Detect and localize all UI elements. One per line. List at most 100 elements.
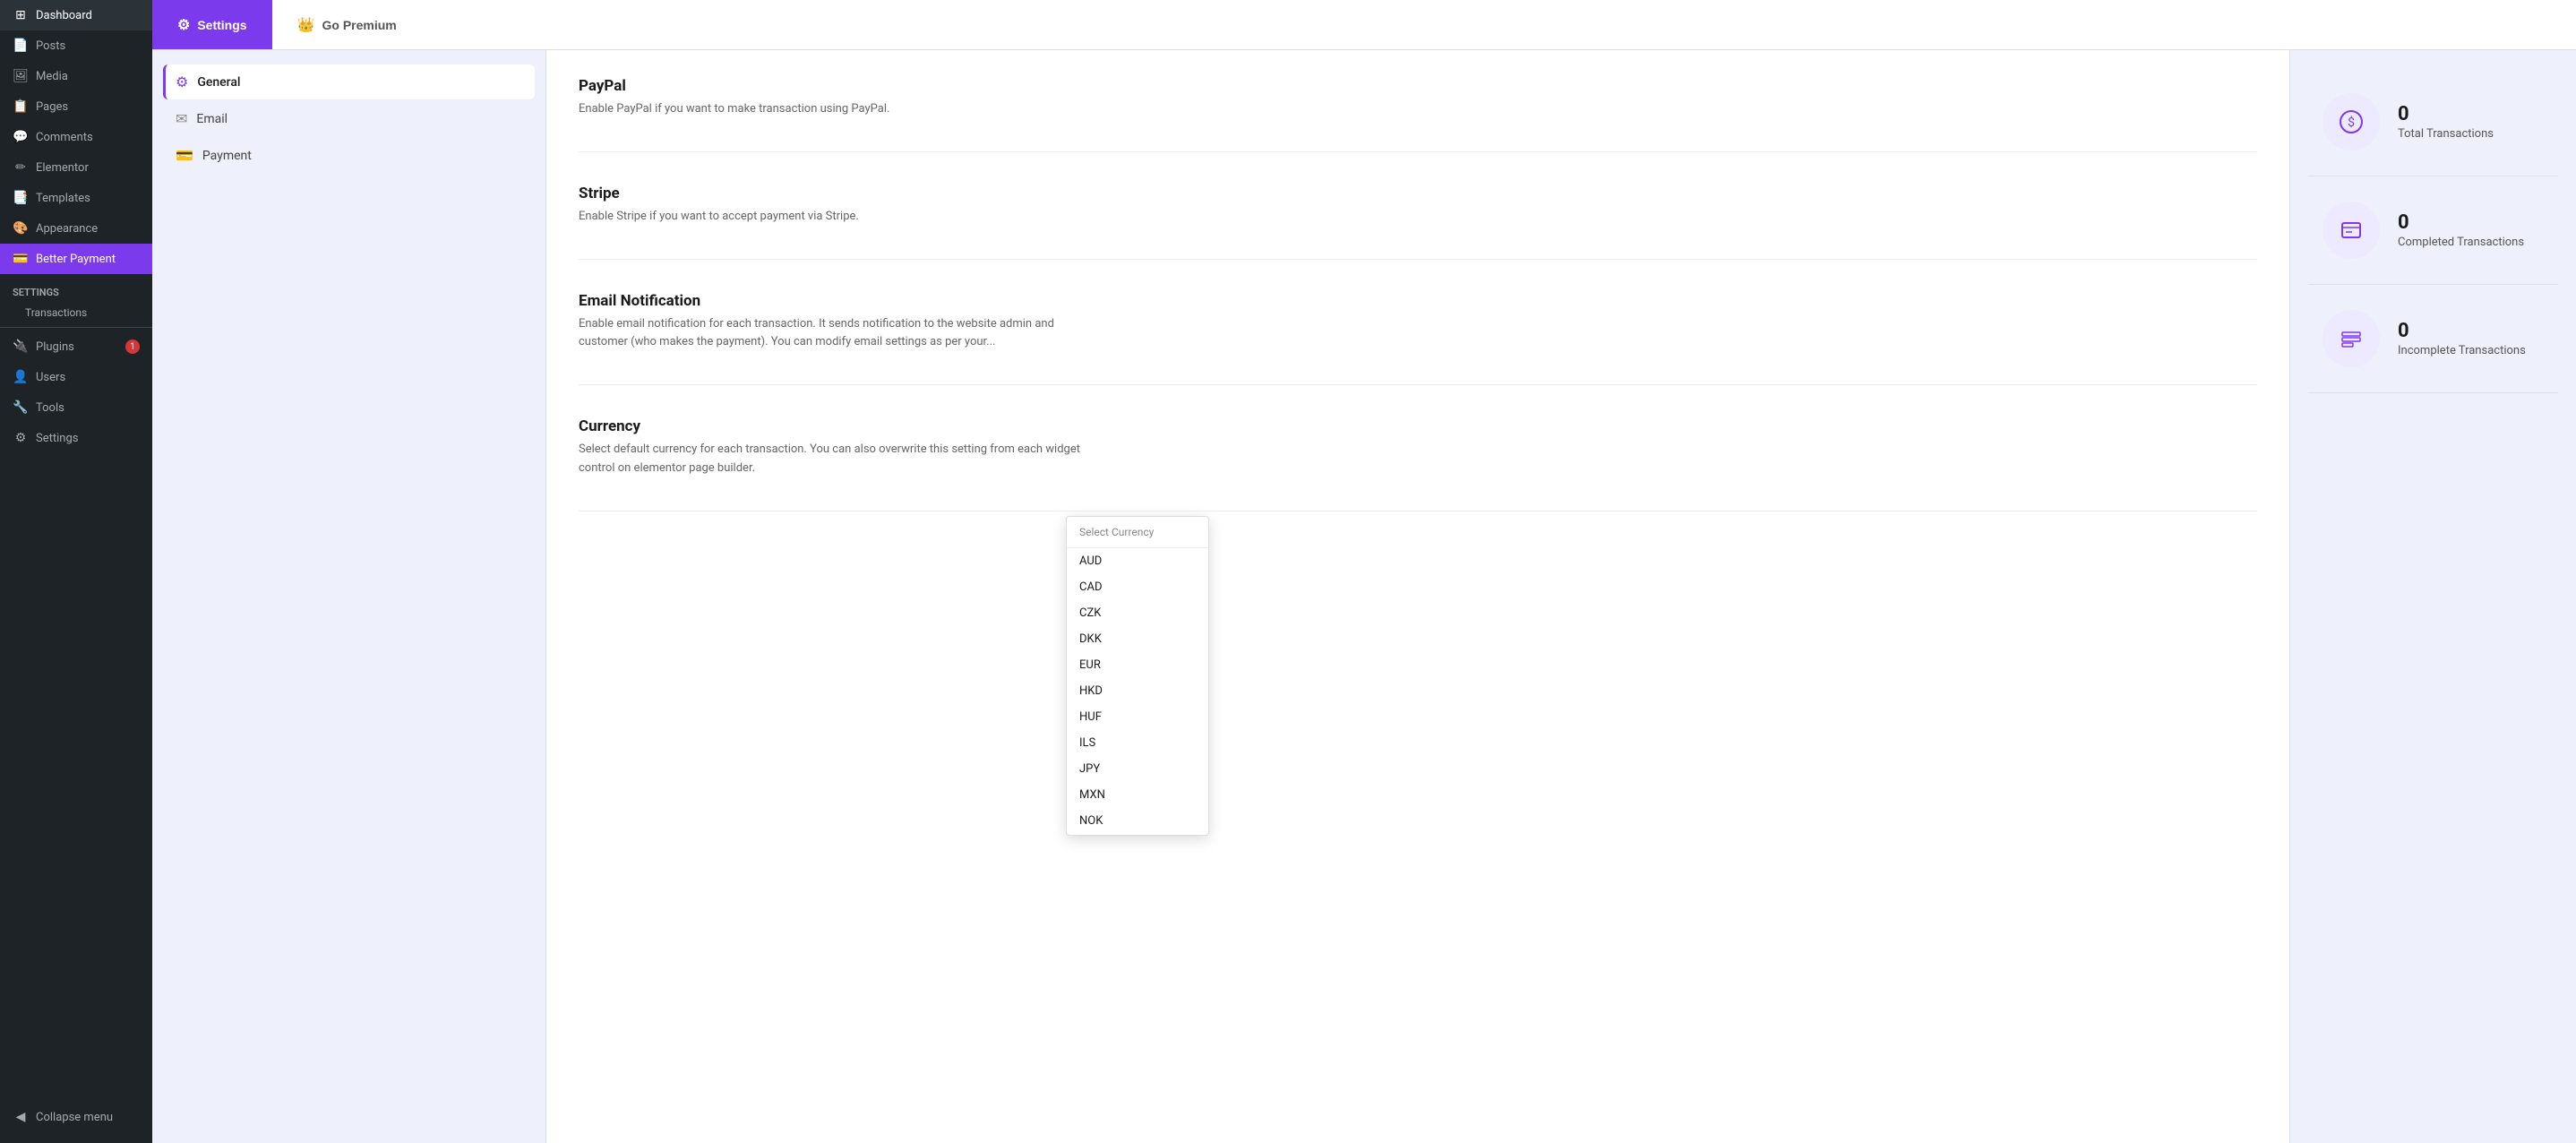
sidebar-collapse-menu[interactable]: ◀ Collapse menu [13,1104,140,1130]
content-area: ⚙ General ✉ Email 💳 Payment PayPal Enabl… [152,50,2576,1143]
completed-transactions-label: Completed Transactions [2398,236,2524,249]
tab-premium-label: Go Premium [322,18,397,32]
email-notification-desc: Enable email notification for each trans… [579,315,1098,353]
sidebar-item-settings[interactable]: ⚙ Settings [0,423,152,453]
section-paypal: PayPal Enable PayPal if you want to make… [579,77,2257,152]
sidebar-item-label: Templates [36,192,90,205]
dashboard-icon: ⊞ [13,7,29,23]
currency-option-aud[interactable]: AUD [1067,548,1208,574]
sidebar-item-better-payment[interactable]: 💳 Better Payment [0,244,152,274]
sub-nav-payment-label: Payment [202,149,252,163]
sidebar: ⊞ Dashboard 📄 Posts 🖼 Media 📋 Pages 💬 Co… [0,0,152,1143]
tools-icon: 🔧 [13,400,29,416]
sidebar-item-media[interactable]: 🖼 Media [0,61,152,91]
posts-icon: 📄 [13,38,29,54]
left-panel: ⚙ General ✉ Email 💳 Payment [152,50,546,1143]
better-payment-icon: 💳 [13,251,29,267]
currency-option-hkd[interactable]: HKD [1067,678,1208,704]
currency-option-czk[interactable]: CZK [1067,600,1208,626]
sidebar-item-label: Settings [36,432,78,445]
stat-total-transactions: $ 0 Total Transactions [2308,68,2558,176]
section-email-notification: Email Notification Enable email notifica… [579,292,2257,386]
currency-option-nok[interactable]: NOK [1067,808,1208,834]
currency-option-ils[interactable]: ILS [1067,730,1208,756]
tab-settings[interactable]: ⚙ Settings [152,0,272,49]
templates-icon: 📑 [13,190,29,206]
sidebar-item-label: Posts [36,39,65,53]
sidebar-item-label: Pages [36,100,68,114]
sidebar-sub-transactions[interactable]: Transactions [0,302,152,323]
currency-title: Currency [579,417,2257,435]
sidebar-item-tools[interactable]: 🔧 Tools [0,392,152,423]
completed-transactions-icon [2323,202,2380,259]
currency-option-huf[interactable]: HUF [1067,704,1208,730]
currency-option-dkk[interactable]: DKK [1067,626,1208,652]
email-notification-title: Email Notification [579,292,2257,310]
topbar: ⚙ Settings 👑 Go Premium [152,0,2576,50]
main-panel: PayPal Enable PayPal if you want to make… [546,50,2289,1143]
incomplete-transactions-count: 0 [2398,320,2526,342]
incomplete-transactions-label: Incomplete Transactions [2398,344,2526,357]
sidebar-item-label: Dashboard [36,9,92,22]
sidebar-item-pages[interactable]: 📋 Pages [0,91,152,122]
dropdown-list: AUDCADCZKDKKEURHKDHUFILSJPYMXNNOKNZDPHPP… [1067,548,1208,835]
sidebar-item-posts[interactable]: 📄 Posts [0,30,152,61]
incomplete-transactions-icon [2323,310,2380,367]
section-currency: Currency Select default currency for eac… [579,417,2257,511]
tab-settings-label: Settings [197,18,246,32]
total-transactions-count: 0 [2398,103,2494,125]
currency-desc: Select default currency for each transac… [579,441,1098,478]
settings-tab-icon: ⚙ [177,16,190,34]
payment-nav-icon: 💳 [176,147,193,164]
plugins-icon: 🔌 [13,339,29,355]
currency-option-cad[interactable]: CAD [1067,574,1208,600]
sidebar-item-plugins[interactable]: 🔌 Plugins 1 [0,331,152,362]
dropdown-header: Select Currency [1067,517,1208,548]
general-nav-icon: ⚙ [176,73,188,90]
paypal-title: PayPal [579,77,2257,95]
section-stripe: Stripe Enable Stripe if you want to acce… [579,185,2257,260]
media-icon: 🖼 [13,68,29,84]
sidebar-item-dashboard[interactable]: ⊞ Dashboard [0,0,152,30]
tab-go-premium[interactable]: 👑 Go Premium [272,0,422,49]
total-transactions-info: 0 Total Transactions [2398,103,2494,141]
svg-text:$: $ [2348,115,2355,130]
sidebar-item-comments[interactable]: 💬 Comments [0,122,152,152]
currency-option-nzd[interactable]: NZD [1067,834,1208,835]
stat-incomplete-transactions: 0 Incomplete Transactions [2308,285,2558,393]
stripe-desc: Enable Stripe if you want to accept paym… [579,208,1098,227]
currency-dropdown[interactable]: Select Currency AUDCADCZKDKKEURHKDHUFILS… [1066,516,1209,836]
sub-nav-email-label: Email [196,112,228,126]
sidebar-item-label: Better Payment [36,253,116,266]
currency-option-jpy[interactable]: JPY [1067,756,1208,782]
sub-nav-general[interactable]: ⚙ General [163,64,535,99]
stats-panel: $ 0 Total Transactions 0 [2289,50,2576,1143]
pages-icon: 📋 [13,99,29,115]
sidebar-item-label: Comments [36,131,93,144]
email-nav-icon: ✉ [176,110,187,127]
plugins-badge: 1 [125,339,140,354]
sub-nav-email[interactable]: ✉ Email [163,101,535,136]
currency-option-eur[interactable]: EUR [1067,652,1208,678]
main-area: ⚙ Settings 👑 Go Premium ⚙ General ✉ Emai… [152,0,2576,1143]
stripe-title: Stripe [579,185,2257,202]
sidebar-item-templates[interactable]: 📑 Templates [0,183,152,213]
settings-section-label: Settings [0,274,152,302]
completed-transactions-info: 0 Completed Transactions [2398,211,2524,249]
users-icon: 👤 [13,369,29,385]
sidebar-item-appearance[interactable]: 🎨 Appearance [0,213,152,244]
sidebar-item-label: Plugins [36,340,74,354]
sidebar-item-label: Tools [36,401,64,415]
sidebar-item-label: Appearance [36,222,98,236]
sub-nav-payment[interactable]: 💳 Payment [163,138,535,173]
sidebar-item-elementor[interactable]: ✏ Elementor [0,152,152,183]
stat-completed-transactions: 0 Completed Transactions [2308,176,2558,285]
comments-icon: 💬 [13,129,29,145]
collapse-label: Collapse menu [36,1111,113,1124]
premium-tab-icon: 👑 [297,16,315,34]
currency-option-mxn[interactable]: MXN [1067,782,1208,808]
total-transactions-icon: $ [2323,93,2380,150]
paypal-desc: Enable PayPal if you want to make transa… [579,100,1098,119]
sidebar-item-users[interactable]: 👤 Users [0,362,152,392]
incomplete-transactions-info: 0 Incomplete Transactions [2398,320,2526,357]
